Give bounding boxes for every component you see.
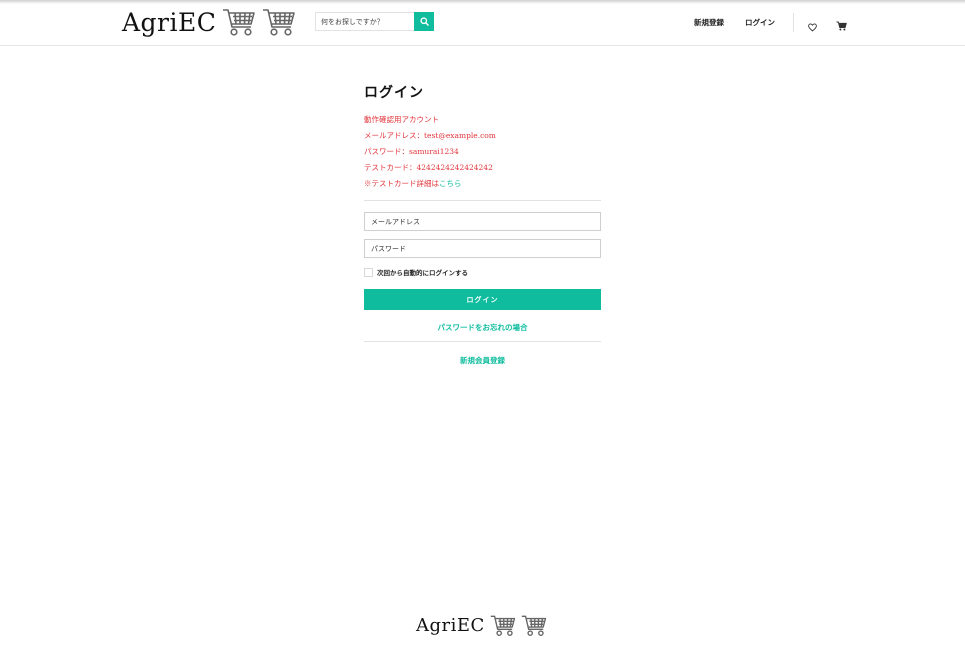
- cart-icon: [836, 21, 847, 31]
- site-header: AgriEC 何をお探しですか？ 新規登録 ログイン: [0, 0, 965, 46]
- search-button[interactable]: [414, 12, 434, 31]
- nav-signup-link[interactable]: 新規登録: [694, 17, 724, 28]
- divider: [364, 200, 601, 201]
- test-card-number: テストカード：4242424242424242: [364, 163, 493, 172]
- test-account-heading: 動作確認用アカウント: [364, 115, 439, 124]
- forgot-password-link[interactable]: パスワードをお忘れの場合: [364, 322, 601, 333]
- shopping-cart-logo-icon: [263, 9, 296, 36]
- shopping-cart-logo-icon: [223, 9, 256, 36]
- test-account-email: メールアドレス：test@example.com: [364, 131, 496, 140]
- test-account-password: パスワード：samurai1234: [364, 147, 459, 156]
- search-icon: [419, 17, 429, 26]
- test-card-detail-link[interactable]: こちら: [439, 179, 462, 188]
- email-field[interactable]: [364, 212, 601, 231]
- brand-name: AgriEC: [122, 7, 217, 37]
- shopping-cart-logo-icon: [521, 615, 546, 636]
- page-title: ログイン: [364, 85, 424, 101]
- search-form: [315, 12, 434, 31]
- search-input[interactable]: [315, 12, 414, 31]
- login-button[interactable]: ログイン: [364, 289, 601, 310]
- nav-login-link[interactable]: ログイン: [745, 17, 775, 28]
- brand-logo[interactable]: AgriEC: [122, 6, 296, 38]
- remember-me-checkbox[interactable]: [364, 267, 373, 277]
- test-card-detail: ※テストカード詳細はこちら: [364, 176, 601, 192]
- password-field[interactable]: [364, 239, 601, 258]
- cart-button[interactable]: [836, 16, 847, 35]
- remember-me-label: 次回から自動的にログインする: [377, 269, 468, 277]
- test-account-info: 動作確認用アカウント メールアドレス：test@example.com パスワー…: [364, 112, 601, 192]
- footer-logo[interactable]: AgriEC: [416, 614, 547, 637]
- register-link[interactable]: 新規会員登録: [364, 355, 601, 366]
- login-panel: ログイン 動作確認用アカウント メールアドレス：test@example.com…: [364, 82, 601, 366]
- heart-icon: [808, 23, 817, 32]
- remember-me-option[interactable]: 次回から自動的にログインする: [364, 267, 601, 277]
- test-card-detail-text: ※テストカード詳細は: [364, 179, 439, 188]
- nav-divider: [793, 13, 794, 32]
- shopping-cart-logo-icon: [490, 615, 515, 636]
- divider: [364, 341, 601, 342]
- wishlist-button[interactable]: [808, 17, 817, 36]
- footer-brand-name: AgriEC: [416, 615, 485, 636]
